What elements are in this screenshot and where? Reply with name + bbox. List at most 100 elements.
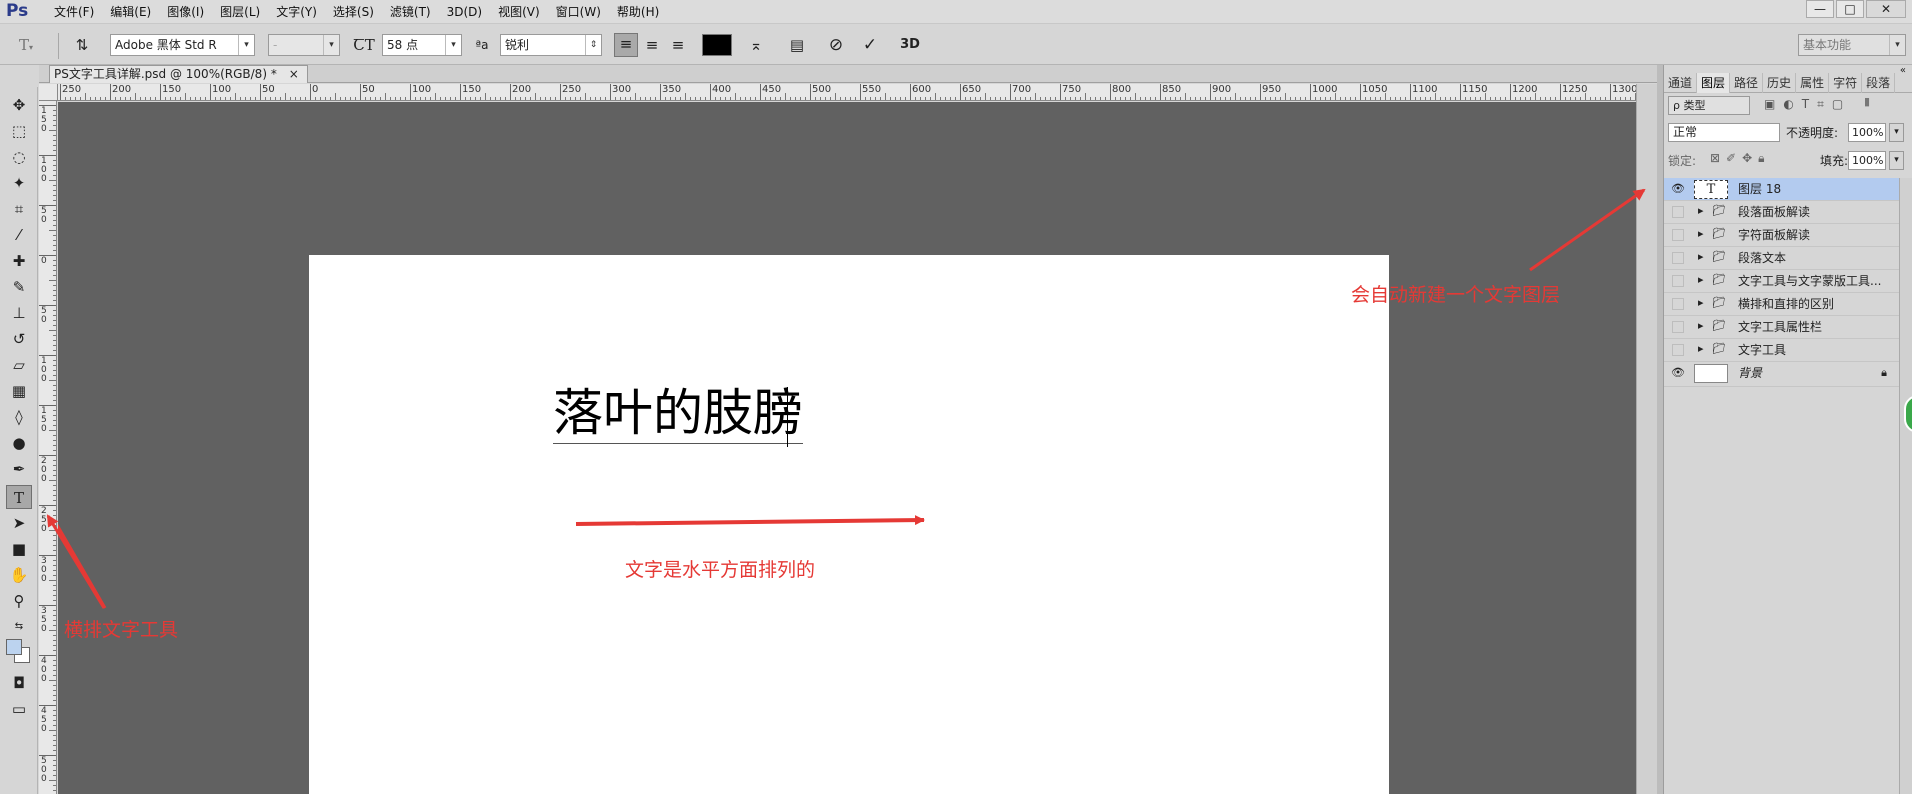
cancel-edit-icon[interactable]: ⊘ bbox=[824, 33, 848, 57]
quick-mask-icon[interactable]: ◘ bbox=[6, 671, 32, 695]
font-size-input[interactable]: 58 点 ▾ bbox=[382, 34, 462, 56]
layer-row[interactable]: ▸ 📁︎ 字符面板解读 bbox=[1664, 224, 1899, 247]
horizontal-ruler[interactable]: 250 200 150 100 50 0 50 100 150 200 250 300 350 400 45… bbox=[58, 84, 1658, 101]
layer-row[interactable]: ▸ 📁︎ 段落面板解读 bbox=[1664, 201, 1899, 224]
font-style-select[interactable]: - ▾ bbox=[268, 34, 340, 56]
expand-arrow-icon[interactable]: ▸ bbox=[1698, 250, 1704, 263]
filter-toggle-icon[interactable]: ▮ bbox=[1864, 95, 1890, 115]
layer-row[interactable]: ▸ 📁︎ 文字工具属性栏 bbox=[1664, 316, 1899, 339]
expand-arrow-icon[interactable]: ▸ bbox=[1698, 319, 1704, 332]
minimize-button[interactable]: — bbox=[1806, 0, 1834, 18]
ruler-origin[interactable] bbox=[39, 84, 58, 101]
expand-arrow-icon[interactable]: ▸ bbox=[1698, 204, 1704, 217]
path-select-tool-icon[interactable]: ➤ bbox=[6, 511, 32, 535]
visibility-toggle[interactable] bbox=[1672, 298, 1684, 310]
screen-mode-icon[interactable]: ▭ bbox=[6, 697, 32, 721]
panel-tab-6[interactable]: 段落 bbox=[1862, 73, 1896, 93]
toggle-text-orientation-icon[interactable]: ⇅ bbox=[70, 33, 94, 57]
panel-tab-4[interactable]: 属性 bbox=[1796, 73, 1830, 93]
text-color-swatch[interactable] bbox=[702, 34, 732, 56]
filter-icons[interactable]: ▣◐T⌗▢ bbox=[1764, 97, 1851, 112]
menu-layer[interactable]: 图层(L) bbox=[212, 0, 268, 24]
layer-row[interactable]: ▸ 📁︎ 文字工具 bbox=[1664, 339, 1899, 362]
fill-input[interactable]: 100% bbox=[1848, 151, 1886, 170]
eyedropper-tool-icon[interactable]: ⁄ bbox=[6, 223, 32, 247]
pen-tool-icon[interactable]: ✒ bbox=[6, 457, 32, 481]
panel-tab-1[interactable]: 图层 bbox=[1697, 73, 1731, 93]
align-left-icon[interactable]: ≡ bbox=[614, 33, 638, 57]
zoom-tool-icon[interactable]: ⚲ bbox=[6, 589, 32, 613]
hand-tool-icon[interactable]: ✋ bbox=[6, 563, 32, 587]
commit-edit-icon[interactable]: ✓ bbox=[858, 33, 882, 57]
close-icon[interactable]: × bbox=[289, 66, 299, 83]
panel-tab-3[interactable]: 历史 bbox=[1763, 73, 1797, 93]
lock-icons[interactable]: ⊠✐✥🔒︎ bbox=[1710, 151, 1771, 166]
character-panel-icon[interactable]: ▤ bbox=[785, 33, 809, 57]
eraser-tool-icon[interactable]: ▱ bbox=[6, 353, 32, 377]
clone-stamp-tool-icon[interactable]: ⊥ bbox=[6, 301, 32, 325]
canvas-area[interactable]: 落叶的肢膀 文字是水平方面排列的 会自动新建一个文字图层 bbox=[58, 102, 1636, 794]
expand-arrow-icon[interactable]: ▸ bbox=[1698, 296, 1704, 309]
layer-filter-select[interactable]: ρ 类型 bbox=[1668, 96, 1750, 115]
dodge-tool-icon[interactable]: ● bbox=[6, 431, 32, 455]
eye-icon[interactable]: 👁︎ bbox=[1670, 181, 1686, 197]
chevron-down-icon[interactable]: ▾ bbox=[1889, 123, 1904, 142]
quick-select-tool-icon[interactable]: ✦ bbox=[6, 171, 32, 195]
maximize-button[interactable]: □ bbox=[1836, 0, 1864, 18]
vertical-scrollbar[interactable] bbox=[1636, 84, 1657, 794]
horizontal-type-tool-icon[interactable]: T bbox=[6, 485, 32, 509]
antialias-select[interactable]: 锐利 ⇕ bbox=[500, 34, 602, 56]
align-right-icon[interactable]: ≡ bbox=[666, 33, 690, 57]
gradient-tool-icon[interactable]: ▦ bbox=[6, 379, 32, 403]
menu-edit[interactable]: 编辑(E) bbox=[102, 0, 159, 24]
tool-preset-icon[interactable]: T▾ bbox=[14, 33, 38, 57]
blend-mode-select[interactable]: 正常 bbox=[1668, 123, 1780, 142]
move-tool-icon[interactable]: ✥ bbox=[6, 93, 32, 117]
visibility-toggle[interactable] bbox=[1672, 206, 1684, 218]
close-window-button[interactable]: ✕ bbox=[1866, 0, 1906, 18]
menu-window[interactable]: 窗口(W) bbox=[548, 0, 609, 24]
layer-row[interactable]: 👁︎ 🔒︎ 背景 bbox=[1664, 362, 1899, 387]
expand-arrow-icon[interactable]: ▸ bbox=[1698, 273, 1704, 286]
lasso-tool-icon[interactable]: ◌ bbox=[6, 145, 32, 169]
panel-tab-5[interactable]: 字符 bbox=[1829, 73, 1863, 93]
menu-image[interactable]: 图像(I) bbox=[159, 0, 212, 24]
layer-row[interactable]: 👁︎ T 图层 18 bbox=[1664, 178, 1899, 201]
font-family-select[interactable]: Adobe 黑体 Std R ▾ bbox=[110, 34, 255, 56]
panel-tab-0[interactable]: 通道 bbox=[1664, 73, 1698, 93]
rectangle-tool-icon[interactable]: ■ bbox=[6, 537, 32, 561]
visibility-toggle[interactable] bbox=[1672, 275, 1684, 287]
panel-tab-2[interactable]: 路径 bbox=[1730, 73, 1764, 93]
layer-row[interactable]: ▸ 📁︎ 横排和直排的区别 bbox=[1664, 293, 1899, 316]
expand-arrow-icon[interactable]: ▸ bbox=[1698, 227, 1704, 240]
menu-file[interactable]: 文件(F) bbox=[46, 0, 102, 24]
vertical-ruler[interactable]: 150 100 50 0 50 100 150 200 250 300 350 400 450 500 bbox=[39, 101, 57, 794]
layer-row[interactable]: ▸ 📁︎ 文字工具与文字蒙版工具... bbox=[1664, 270, 1899, 293]
brush-tool-icon[interactable]: ✎ bbox=[6, 275, 32, 299]
visibility-toggle[interactable] bbox=[1672, 229, 1684, 241]
menu-help[interactable]: 帮助(H) bbox=[609, 0, 667, 24]
layer-row[interactable]: ▸ 📁︎ 段落文本 bbox=[1664, 247, 1899, 270]
menu-filter[interactable]: 滤镜(T) bbox=[382, 0, 439, 24]
align-center-icon[interactable]: ≡ bbox=[640, 33, 664, 57]
layers-scrollbar[interactable] bbox=[1899, 178, 1912, 794]
visibility-toggle[interactable] bbox=[1672, 344, 1684, 356]
marquee-tool-icon[interactable]: ⬚ bbox=[6, 119, 32, 143]
workspace-select[interactable]: 基本功能 ▾ bbox=[1798, 34, 1906, 56]
visibility-toggle[interactable] bbox=[1672, 252, 1684, 264]
3d-text-icon[interactable]: 3D bbox=[898, 33, 922, 57]
menu-type[interactable]: 文字(Y) bbox=[268, 0, 325, 24]
crop-tool-icon[interactable]: ⌗ bbox=[6, 197, 32, 221]
menu-3d[interactable]: 3D(D) bbox=[439, 0, 490, 24]
visibility-toggle[interactable] bbox=[1672, 321, 1684, 333]
swap-colors-icon[interactable]: ⇆ bbox=[6, 615, 32, 639]
opacity-input[interactable]: 100% bbox=[1848, 123, 1886, 142]
document-tab[interactable]: PS文字工具详解.psd @ 100%(RGB/8) * × bbox=[49, 65, 308, 83]
warp-text-icon[interactable]: ⌅ bbox=[744, 33, 768, 57]
history-brush-tool-icon[interactable]: ↺ bbox=[6, 327, 32, 351]
blur-tool-icon[interactable]: ◊ bbox=[6, 405, 32, 429]
healing-brush-tool-icon[interactable]: ✚ bbox=[6, 249, 32, 273]
foreground-color-swatch[interactable] bbox=[6, 639, 22, 655]
eye-icon[interactable]: 👁︎ bbox=[1670, 365, 1686, 381]
menu-select[interactable]: 选择(S) bbox=[325, 0, 382, 24]
